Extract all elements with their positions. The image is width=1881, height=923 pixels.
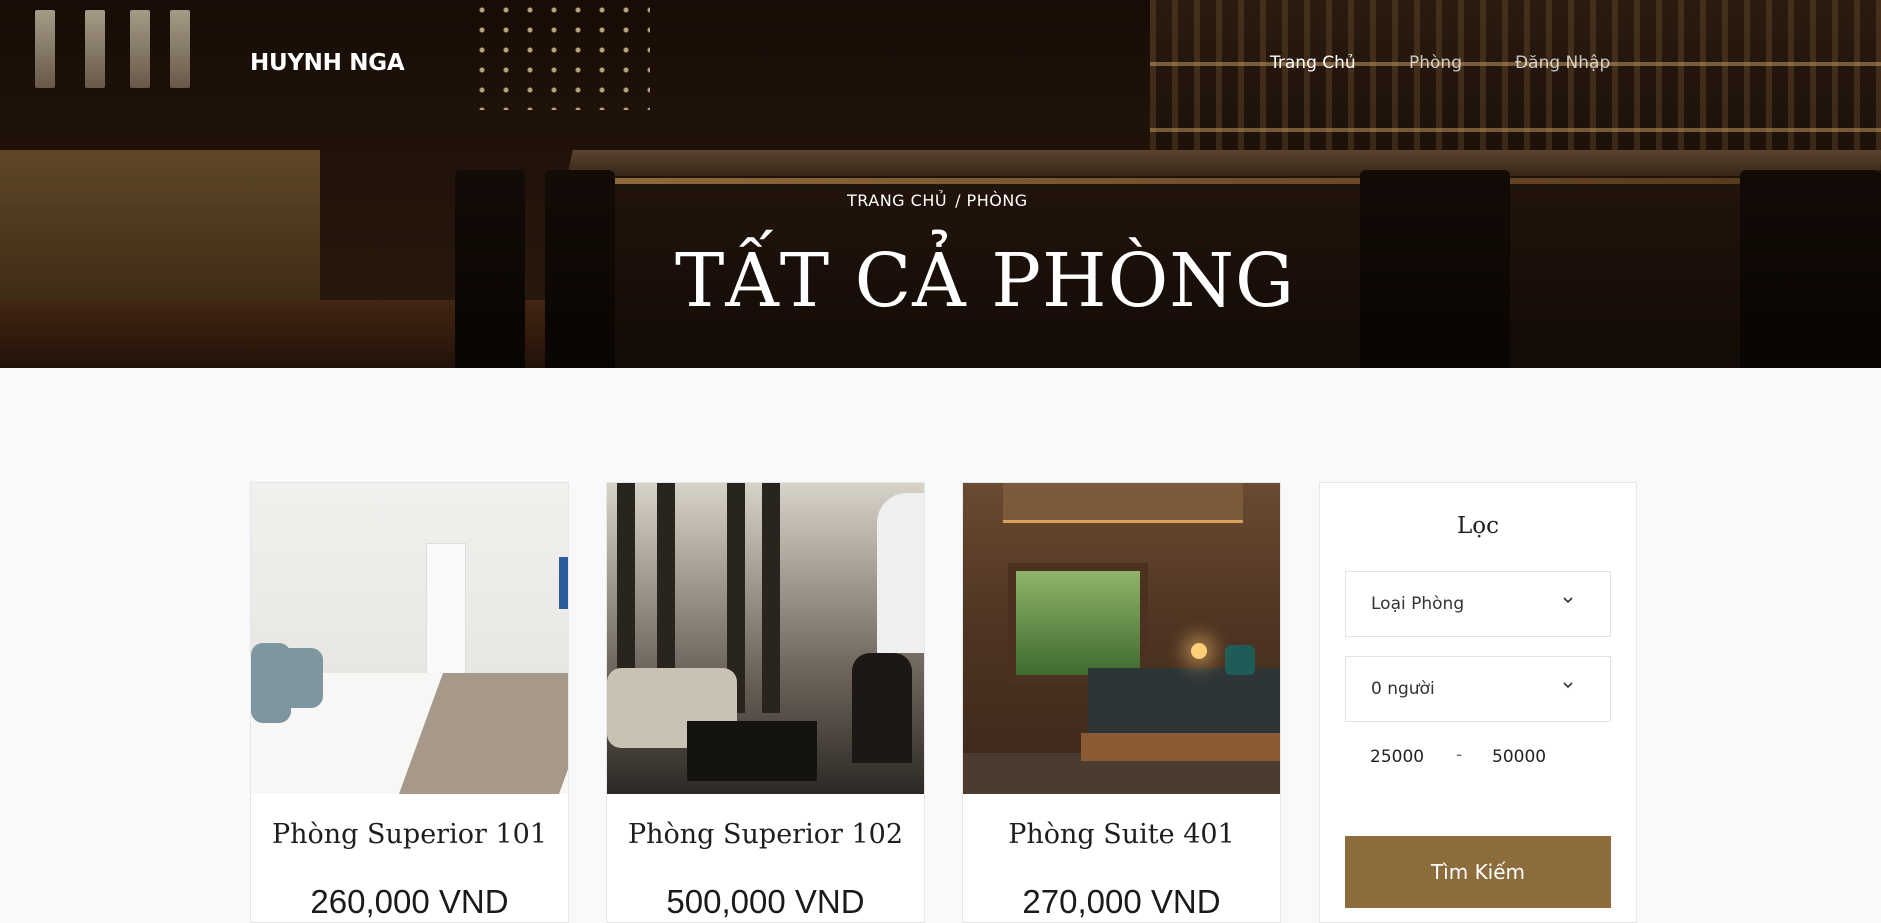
- price-separator: -: [1456, 745, 1463, 765]
- nav-phong[interactable]: Phòng: [1409, 53, 1462, 73]
- room-image[interactable]: [963, 483, 1280, 794]
- wall-stripe: [762, 483, 780, 713]
- search-button[interactable]: Tìm Kiếm: [1345, 836, 1611, 908]
- room-card[interactable]: Phòng Superior 102 500,000 VND: [606, 482, 925, 923]
- room-name[interactable]: Phòng Suite 401: [963, 819, 1280, 850]
- breadcrumb-current: / PHÒNG: [955, 191, 1028, 210]
- lamp: [1191, 643, 1207, 659]
- nav-trang-chu[interactable]: Trang Chủ: [1270, 53, 1356, 73]
- room-card[interactable]: Phòng Suite 401 270,000 VND: [962, 482, 1281, 923]
- nav-dang-nhap[interactable]: Đăng Nhập: [1515, 53, 1610, 73]
- window: [877, 493, 924, 653]
- room-price: 500,000 VND: [666, 883, 865, 920]
- chevron-down-icon: [1563, 682, 1573, 689]
- room-image[interactable]: [607, 483, 924, 794]
- pillow: [1225, 645, 1255, 675]
- coffee-table: [687, 721, 817, 781]
- room-card[interactable]: Phòng Superior 101 260,000 VND: [250, 482, 569, 923]
- room-type-value: Loại Phòng: [1371, 594, 1465, 614]
- room-price: 270,000 VND: [1022, 883, 1221, 920]
- filter-panel: Lọc Loại Phòng 0 người 25000 - 50000 Tìm…: [1319, 482, 1637, 923]
- chair: [852, 653, 912, 763]
- breadcrumb-home[interactable]: TRANG CHỦ: [847, 191, 947, 210]
- page-title: TẤT CẢ PHÒNG: [675, 238, 1296, 324]
- ceiling: [1003, 483, 1243, 523]
- chevron-down-icon: [1563, 597, 1573, 604]
- room-name[interactable]: Phòng Superior 101: [251, 819, 568, 850]
- garden-view: [1008, 563, 1148, 683]
- room-name[interactable]: Phòng Superior 102: [607, 819, 924, 850]
- filter-title: Lọc: [1456, 513, 1499, 539]
- room-image[interactable]: [251, 483, 568, 794]
- brand-logo[interactable]: HUYNH NGA: [250, 50, 405, 76]
- door: [426, 543, 466, 683]
- tv: [559, 557, 568, 609]
- guests-value: 0 người: [1371, 679, 1435, 699]
- room-type-select[interactable]: Loại Phòng: [1345, 571, 1611, 637]
- guests-select[interactable]: 0 người: [1345, 656, 1611, 722]
- price-max-input[interactable]: 50000: [1492, 747, 1546, 767]
- room-price: 260,000 VND: [310, 883, 509, 920]
- breadcrumb: TRANG CHỦ / PHÒNG: [847, 191, 1036, 210]
- pillow: [279, 648, 323, 708]
- price-min-input[interactable]: 25000: [1370, 747, 1424, 767]
- bed-frame: [1081, 733, 1280, 761]
